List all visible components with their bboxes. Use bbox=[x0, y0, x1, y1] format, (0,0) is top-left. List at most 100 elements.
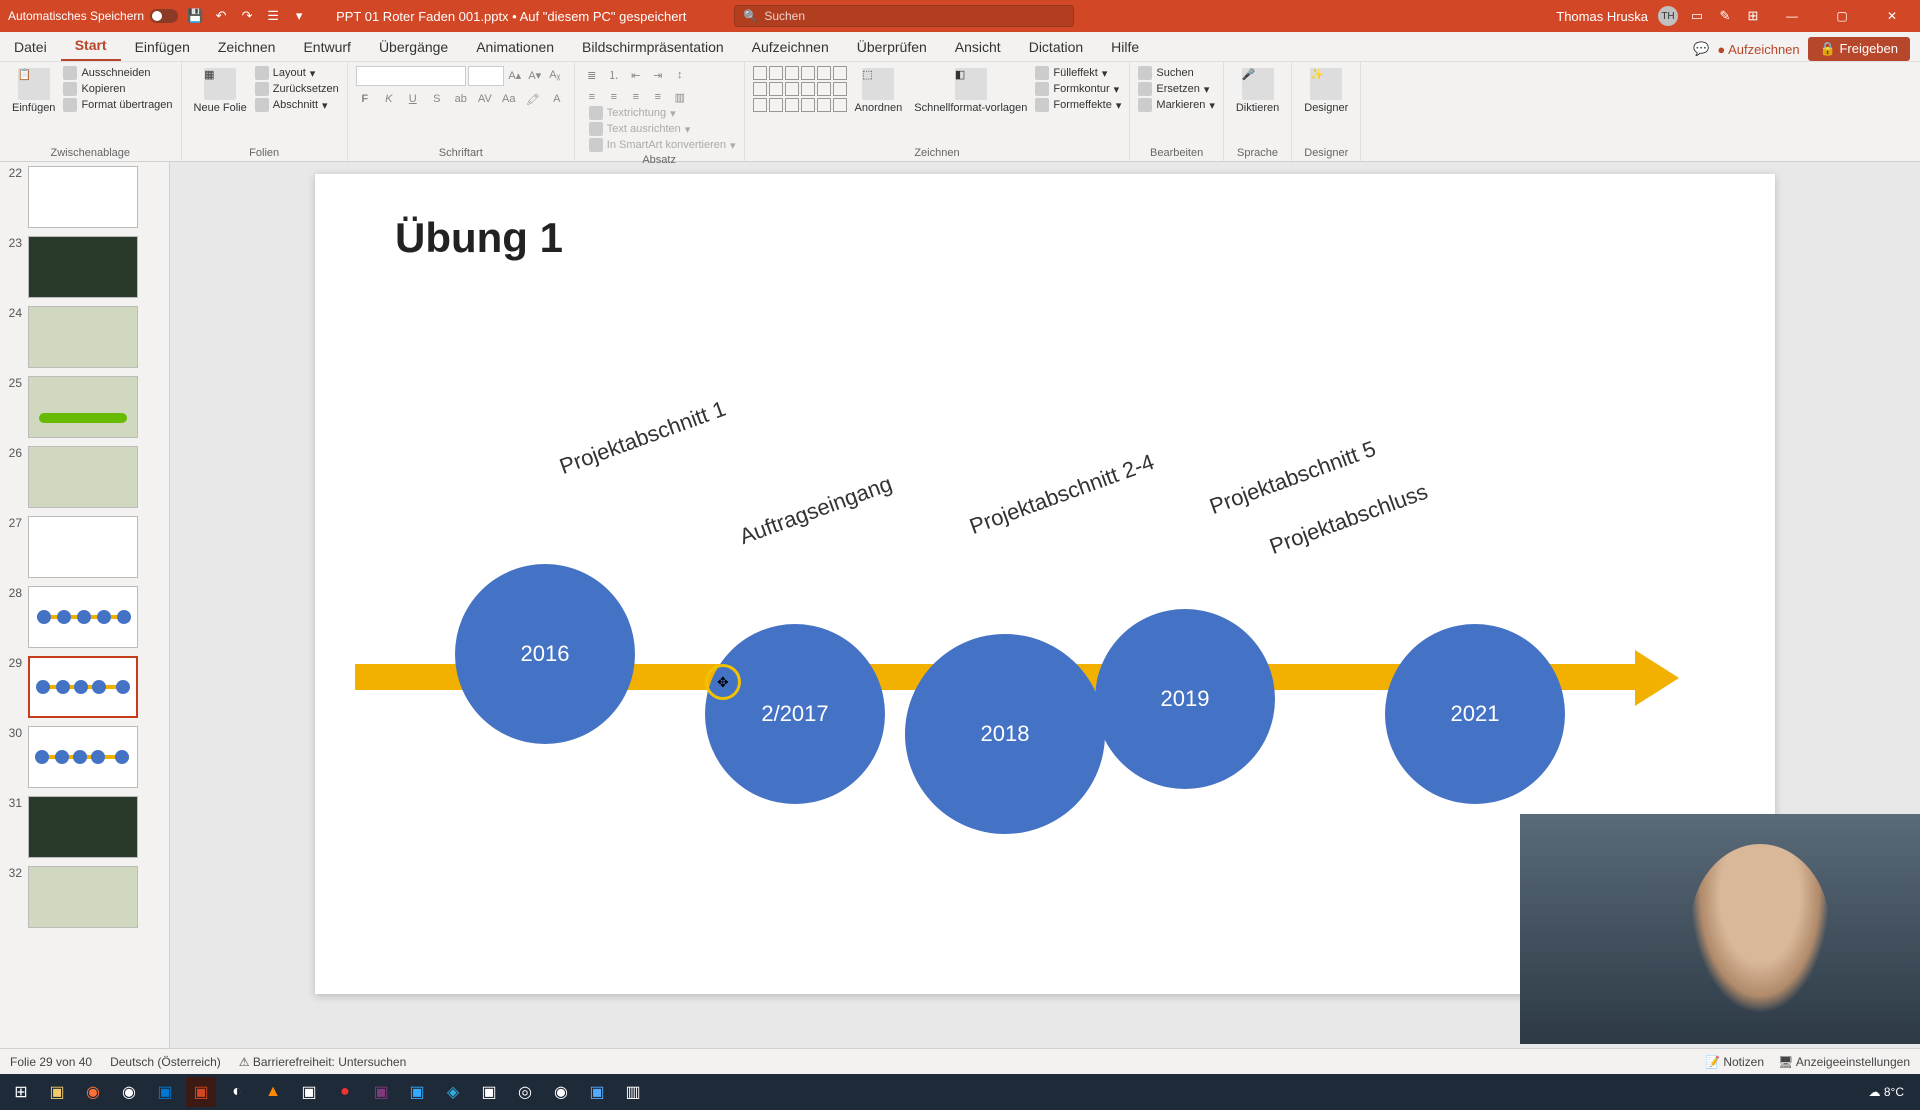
bubble-2021[interactable]: 2021 bbox=[1385, 624, 1565, 804]
tab-einfuegen[interactable]: Einfügen bbox=[121, 33, 204, 61]
tab-dictation[interactable]: Dictation bbox=[1015, 33, 1097, 61]
align-center-icon[interactable]: ≡ bbox=[605, 88, 623, 106]
dictate-button[interactable]: 🎤Diktieren bbox=[1232, 66, 1283, 116]
display-settings-button[interactable]: 🖥 Anzeigeeinstellungen bbox=[1778, 1055, 1910, 1069]
label-3[interactable]: Projektabschnitt 2-4 bbox=[966, 449, 1158, 540]
spacing-icon[interactable]: AV bbox=[476, 90, 494, 108]
bubble-2016[interactable]: 2016 bbox=[455, 564, 635, 744]
app-icon-2[interactable]: ▲ bbox=[258, 1077, 288, 1107]
app-icon-9[interactable]: ▥ bbox=[618, 1077, 648, 1107]
thumb-23[interactable] bbox=[28, 236, 138, 298]
present-icon[interactable]: ▭ bbox=[1688, 7, 1706, 25]
app-icon-4[interactable]: ● bbox=[330, 1077, 360, 1107]
shadow-icon[interactable]: ab bbox=[452, 90, 470, 108]
thumb-26[interactable] bbox=[28, 446, 138, 508]
columns-icon[interactable]: ▥ bbox=[671, 88, 689, 106]
tab-zeichnen[interactable]: Zeichnen bbox=[204, 33, 290, 61]
obs-icon[interactable]: ◎ bbox=[510, 1077, 540, 1107]
new-slide-button[interactable]: ▦Neue Folie bbox=[190, 66, 251, 116]
weather-widget[interactable]: ☁ 8°C bbox=[1869, 1085, 1904, 1099]
layout-button[interactable]: Layout ▾ bbox=[255, 66, 339, 80]
select-button[interactable]: Markieren ▾ bbox=[1138, 98, 1214, 112]
italic-icon[interactable]: K bbox=[380, 90, 398, 108]
thumb-24[interactable] bbox=[28, 306, 138, 368]
app-icon-5[interactable]: ▣ bbox=[402, 1077, 432, 1107]
touchmode-icon[interactable]: ☰ bbox=[264, 7, 282, 25]
fill-button[interactable]: Fülleffekt ▾ bbox=[1035, 66, 1121, 80]
thumb-28[interactable] bbox=[28, 586, 138, 648]
arrange-button[interactable]: ⬚Anordnen bbox=[851, 66, 907, 116]
tab-uebergaenge[interactable]: Übergänge bbox=[365, 33, 462, 61]
accessibility-status[interactable]: ⚠ Barrierefreiheit: Untersuchen bbox=[239, 1055, 407, 1069]
lineheight-icon[interactable]: ↕ bbox=[671, 66, 689, 84]
draw-icon[interactable]: ✎ bbox=[1716, 7, 1734, 25]
tab-bildschirmpraesentation[interactable]: Bildschirmpräsentation bbox=[568, 33, 738, 61]
chrome-icon[interactable]: ◉ bbox=[114, 1077, 144, 1107]
autosave-toggle[interactable]: Automatisches Speichern bbox=[8, 9, 178, 23]
reset-button[interactable]: Zurücksetzen bbox=[255, 82, 339, 96]
replace-button[interactable]: Ersetzen ▾ bbox=[1138, 82, 1214, 96]
decrease-font-icon[interactable]: A▾ bbox=[526, 66, 544, 84]
increase-font-icon[interactable]: A▴ bbox=[506, 66, 524, 84]
minimize-icon[interactable]: — bbox=[1772, 0, 1812, 32]
label-1[interactable]: Projektabschnitt 1 bbox=[556, 396, 729, 480]
share-button[interactable]: 🔒 Freigeben bbox=[1808, 37, 1910, 61]
paste-button[interactable]: 📋Einfügen bbox=[8, 66, 59, 116]
quick-styles-button[interactable]: ◧Schnellformat-vorlagen bbox=[910, 66, 1031, 116]
tab-ueberpruefen[interactable]: Überprüfen bbox=[843, 33, 941, 61]
thumb-25[interactable] bbox=[28, 376, 138, 438]
powerpoint-icon[interactable]: ▣ bbox=[186, 1077, 216, 1107]
notes-button[interactable]: 📝 Notizen bbox=[1705, 1055, 1764, 1069]
designer-button[interactable]: ✨Designer bbox=[1300, 66, 1352, 116]
close-icon[interactable]: ✕ bbox=[1872, 0, 1912, 32]
numbers-icon[interactable]: ⒈ bbox=[605, 66, 623, 84]
slide-thumbnails[interactable]: 22 23 24 25 26 27 28 29 30 31 32 bbox=[0, 162, 170, 1048]
slide-counter[interactable]: Folie 29 von 40 bbox=[10, 1055, 92, 1069]
app-icon-3[interactable]: ▣ bbox=[294, 1077, 324, 1107]
outdent-icon[interactable]: ⇤ bbox=[627, 66, 645, 84]
save-icon[interactable]: 💾 bbox=[186, 7, 204, 25]
align-left-icon[interactable]: ≡ bbox=[583, 88, 601, 106]
app-icon-6[interactable]: ▣ bbox=[474, 1077, 504, 1107]
tab-entwurf[interactable]: Entwurf bbox=[289, 33, 364, 61]
justify-icon[interactable]: ≡ bbox=[649, 88, 667, 106]
explorer-icon[interactable]: ▣ bbox=[42, 1077, 72, 1107]
search-box[interactable]: 🔍 Suchen bbox=[734, 5, 1074, 27]
more-qat-icon[interactable]: ▾ bbox=[290, 7, 308, 25]
bubble-2019[interactable]: 2019 bbox=[1095, 609, 1275, 789]
bold-icon[interactable]: F bbox=[356, 90, 374, 108]
underline-icon[interactable]: U bbox=[404, 90, 422, 108]
collapse-ribbon-icon[interactable]: 💬 bbox=[1693, 41, 1709, 57]
window-icon[interactable]: ⊞ bbox=[1744, 7, 1762, 25]
fontcolor-icon[interactable]: A bbox=[548, 90, 566, 108]
slide-title[interactable]: Übung 1 bbox=[395, 214, 563, 262]
language-status[interactable]: Deutsch (Österreich) bbox=[110, 1055, 221, 1069]
indent-icon[interactable]: ⇥ bbox=[649, 66, 667, 84]
clear-format-icon[interactable]: Aᵪ bbox=[546, 66, 564, 84]
bubble-2017[interactable]: 2/2017 bbox=[705, 624, 885, 804]
tab-hilfe[interactable]: Hilfe bbox=[1097, 33, 1153, 61]
tab-datei[interactable]: Datei bbox=[0, 33, 61, 61]
firefox-icon[interactable]: ◉ bbox=[78, 1077, 108, 1107]
tab-ansicht[interactable]: Ansicht bbox=[941, 33, 1015, 61]
thumb-30[interactable] bbox=[28, 726, 138, 788]
telegram-icon[interactable]: ◈ bbox=[438, 1077, 468, 1107]
maximize-icon[interactable]: ▢ bbox=[1822, 0, 1862, 32]
effects-button[interactable]: Formeffekte ▾ bbox=[1035, 98, 1121, 112]
section-button[interactable]: Abschnitt ▾ bbox=[255, 98, 339, 112]
onenote-icon[interactable]: ▣ bbox=[366, 1077, 396, 1107]
copy-button[interactable]: Kopieren bbox=[63, 82, 172, 96]
align-right-icon[interactable]: ≡ bbox=[627, 88, 645, 106]
shapes-gallery[interactable] bbox=[753, 66, 847, 112]
app-icon-1[interactable]: ◐ bbox=[222, 1077, 252, 1107]
tab-animationen[interactable]: Animationen bbox=[462, 33, 568, 61]
tab-aufzeichnen[interactable]: Aufzeichnen bbox=[738, 33, 843, 61]
undo-icon[interactable]: ↶ bbox=[212, 7, 230, 25]
font-name-box[interactable] bbox=[356, 66, 466, 86]
bubble-2018[interactable]: 2018 bbox=[905, 634, 1105, 834]
start-icon[interactable]: ⊞ bbox=[6, 1077, 36, 1107]
cut-button[interactable]: Ausschneiden bbox=[63, 66, 172, 80]
user-avatar[interactable]: TH bbox=[1658, 6, 1678, 26]
app-icon-8[interactable]: ▣ bbox=[582, 1077, 612, 1107]
case-icon[interactable]: Aa bbox=[500, 90, 518, 108]
